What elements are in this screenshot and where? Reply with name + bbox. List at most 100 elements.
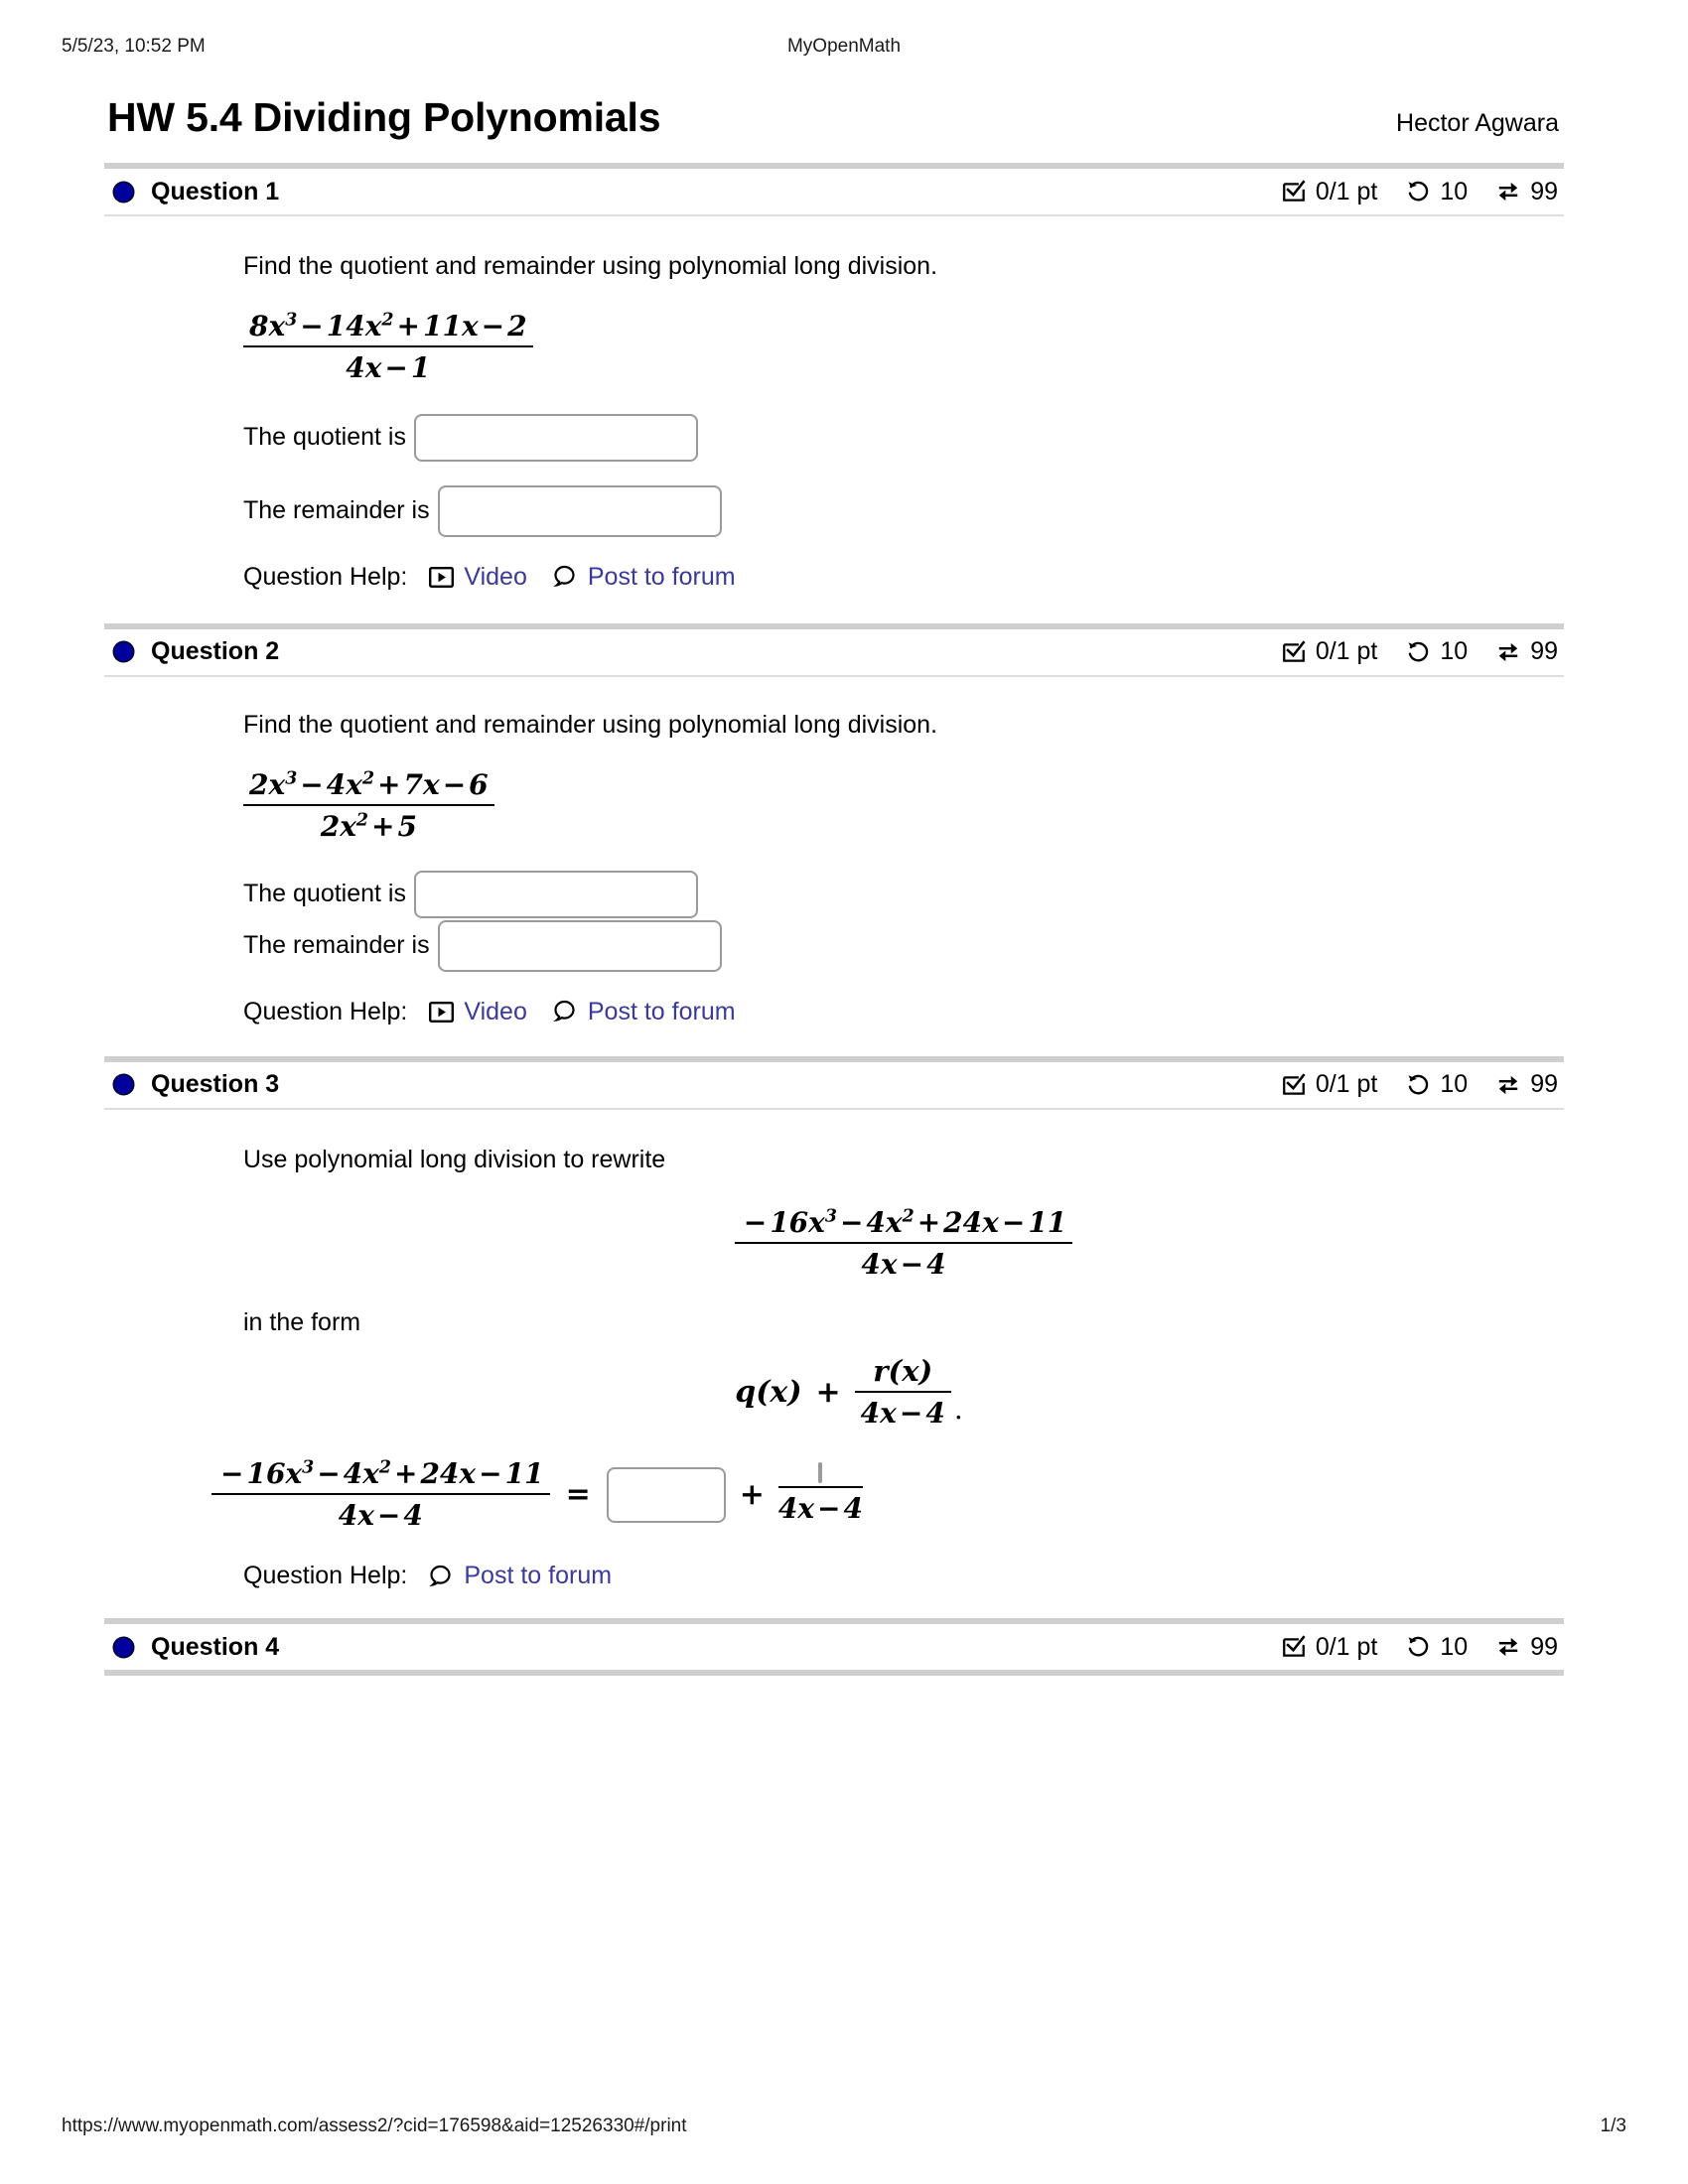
question-points: 0/1 pt [1315,637,1378,666]
question-help-label: Question Help: [243,562,408,591]
speech-bubble-icon [429,1565,454,1588]
form-period: . [953,1393,963,1426]
question-versions: 99 [1530,1632,1558,1661]
quotient-input[interactable] [414,870,698,918]
print-page: 5/5/23, 10:52 PM MyOpenMath HW 5.4 Divid… [0,0,1688,2184]
video-help-label: Video [464,562,527,591]
exchange-arrows-icon [1495,179,1521,205]
question-versions: 99 [1530,637,1558,666]
question-meta-4: 0/1 pt 10 99 [1281,1633,1558,1662]
rotate-left-icon [1405,1634,1431,1660]
question-help-2: Question Help: Video Post to forum [243,998,1564,1026]
question-points: 0/1 pt [1315,1070,1378,1098]
question-points: 0/1 pt [1315,177,1378,205]
question-prompt: Use polynomial long division to rewrite [243,1145,666,1173]
forum-help-label: Post to forum [587,997,736,1025]
equals-sign: = [565,1477,591,1512]
question-help-3: Question Help: Post to forum [243,1562,1564,1590]
question-label: Question 2 [151,637,280,666]
question-prompt: Find the quotient and remainder using po… [243,252,938,280]
remainder-label: The remainder is [243,496,430,525]
forum-help-link[interactable]: Post to forum [553,563,736,592]
question-attempts: 10 [1440,1070,1469,1098]
checkbox-checked-icon [1281,639,1307,665]
exchange-arrows-icon [1495,639,1521,665]
remainder-row-2: The remainder is [243,919,1564,972]
video-help-link[interactable]: Video [429,998,527,1026]
question-fraction-2: 2x3−4x2 +7x −6 2x2 +5 [243,768,1564,843]
question-points: 0/1 pt [1315,1632,1378,1661]
question-label: Question 4 [151,1632,280,1661]
forum-help-link[interactable]: Post to forum [553,998,736,1026]
speech-bubble-icon [553,565,578,589]
page-title: HW 5.4 Dividing Polynomials [107,94,661,140]
quotient-input[interactable] [414,413,698,462]
question-attempts: 10 [1440,1632,1469,1661]
quotient-label: The quotient is [243,423,406,452]
quotient-row-1: The quotient is [243,413,1564,462]
question-body-1: Find the quotient and remainder using po… [104,216,1564,623]
checkbox-checked-icon [1281,179,1307,205]
plus-sign: + [739,1477,765,1512]
remainder-answer-input[interactable] [818,1462,823,1483]
form-q-term: q(x) [735,1374,802,1410]
question-prompt: Find the quotient and remainder using po… [243,710,938,739]
video-play-icon [429,1001,455,1023]
print-footer: https://www.myopenmath.com/assess2/?cid=… [0,2116,1688,2145]
video-help-link[interactable]: Video [429,563,527,592]
quotient-answer-input[interactable] [606,1466,726,1523]
question-attempts: 10 [1440,637,1469,666]
remainder-input[interactable] [437,484,722,537]
quotient-label: The quotient is [243,880,406,907]
question-attempts: 10 [1440,177,1469,205]
question-status-dot [114,1637,133,1657]
question-label: Question 3 [151,1070,280,1098]
question-header-2: Question 2 0/1 pt 10 99 [104,629,1564,675]
question-body-3: Use polynomial long division to rewrite … [104,1110,1564,1619]
question-header-1: Question 1 0/1 pt 10 99 [104,169,1564,214]
question-meta-1: 0/1 pt 10 99 [1281,178,1558,206]
rotate-left-icon [1405,639,1431,665]
print-page-number: 1/3 [1600,2116,1626,2136]
checkbox-checked-icon [1281,1072,1307,1098]
in-the-form-label: in the form [243,1308,361,1337]
video-help-label: Video [464,997,527,1025]
question-fraction-3: −16x3−4x2 +24x −11 4x −4 [243,1206,1564,1281]
assessment-document: HW 5.4 Dividing Polynomials Hector Agwar… [104,94,1564,1676]
video-play-icon [429,566,455,588]
remainder-label: The remainder is [243,931,430,959]
equation-left-fraction: −16x3−4x2 +24x −11 4x −4 [211,1457,550,1532]
checkbox-checked-icon [1281,1634,1307,1660]
question-header-3: Question 3 0/1 pt 10 99 [104,1062,1564,1108]
question-versions: 99 [1530,1070,1558,1098]
question-label: Question 1 [151,177,280,205]
question-header-4: Question 4 0/1 pt 10 99 [104,1624,1564,1670]
question-status-dot [114,1075,133,1094]
remainder-answer-fraction: 4x −4 [777,1462,863,1525]
form-r-numerator: r(x) [873,1354,933,1388]
question-meta-2: 0/1 pt 10 99 [1281,637,1558,666]
question-fraction-1: 8x3−14x2 +11x −2 4x −1 [243,310,1564,384]
rotate-left-icon [1405,1072,1431,1098]
rotate-left-icon [1405,179,1431,205]
print-footer-url: https://www.myopenmath.com/assess2/?cid=… [62,2116,687,2136]
question-versions: 99 [1530,177,1558,205]
forum-help-link[interactable]: Post to forum [429,1562,612,1590]
question-status-dot [114,642,133,662]
document-title-row: HW 5.4 Dividing Polynomials Hector Agwar… [104,94,1564,141]
quotient-row-2: The quotient is [243,870,1564,918]
question-help-1: Question Help: Video Post to forum [243,563,1564,592]
question-separator [104,1670,1564,1676]
exchange-arrows-icon [1495,1634,1521,1660]
speech-bubble-icon [553,1000,578,1024]
remainder-input[interactable] [437,919,722,972]
student-name: Hector Agwara [1396,109,1559,137]
print-header: 5/5/23, 10:52 PM MyOpenMath [0,36,1688,66]
remainder-row-1: The remainder is [243,484,1564,537]
exchange-arrows-icon [1495,1072,1521,1098]
question-body-2: Find the quotient and remainder using po… [104,677,1564,1056]
forum-help-label: Post to forum [464,1562,613,1589]
question-status-dot [114,182,133,202]
question-help-label: Question Help: [243,1562,408,1589]
forum-help-label: Post to forum [587,562,736,591]
